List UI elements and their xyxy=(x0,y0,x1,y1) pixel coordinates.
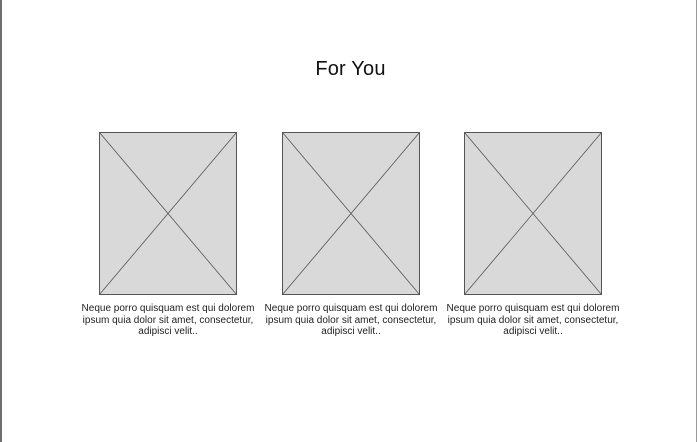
card-3[interactable]: Neque porro quisquam est qui dolorem ips… xyxy=(447,132,619,337)
card-2[interactable]: Neque porro quisquam est qui dolorem ips… xyxy=(265,132,437,337)
image-placeholder xyxy=(282,132,420,295)
page-frame: For You Neque porro quisquam est qui dol… xyxy=(0,0,697,442)
image-placeholder xyxy=(99,132,237,295)
image-placeholder xyxy=(464,132,602,295)
page-title: For You xyxy=(315,58,386,80)
card-caption: Neque porro quisquam est qui dolorem ips… xyxy=(446,303,620,337)
card-caption: Neque porro quisquam est qui dolorem ips… xyxy=(81,303,255,337)
card-1[interactable]: Neque porro quisquam est qui dolorem ips… xyxy=(82,132,254,337)
card-caption: Neque porro quisquam est qui dolorem ips… xyxy=(264,303,438,337)
